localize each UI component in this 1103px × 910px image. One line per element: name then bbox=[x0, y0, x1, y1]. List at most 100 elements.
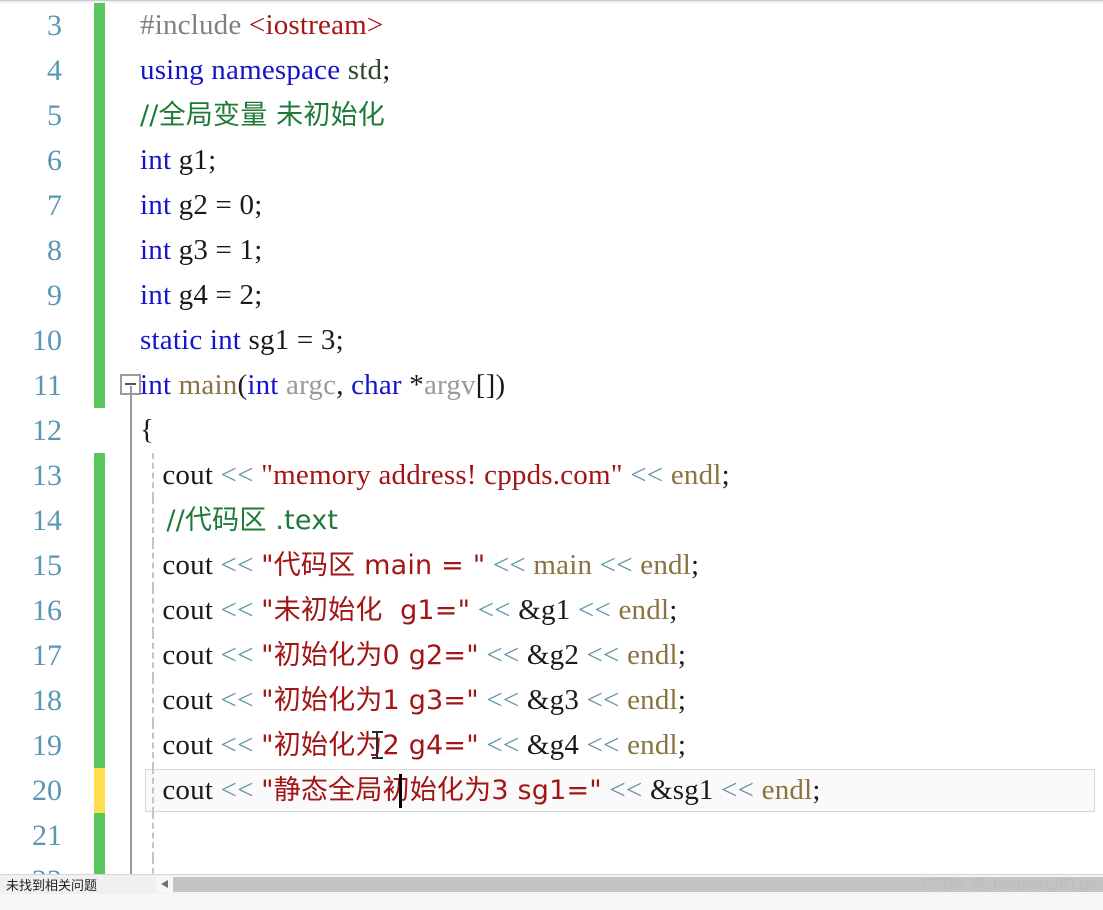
code-line-text[interactable]: cout << "初始化为0 g2=" << &g2 << endl; bbox=[140, 633, 686, 678]
code-token: << bbox=[220, 729, 254, 761]
outlining-line bbox=[130, 768, 132, 813]
change-indicator-bar bbox=[94, 768, 105, 813]
code-token: ( bbox=[237, 369, 248, 401]
code-line-text[interactable]: cout << "代码区 main = " << main << endl; bbox=[140, 543, 699, 588]
code-token: , bbox=[336, 369, 352, 401]
code-token: "初始化为1 g3=" bbox=[261, 685, 479, 716]
code-token: g1; bbox=[171, 144, 217, 176]
code-line[interactable]: 12 { bbox=[0, 408, 1103, 453]
code-line-text[interactable]: int g2 = 0; bbox=[140, 183, 262, 228]
indent-guide bbox=[152, 858, 154, 875]
code-line-text[interactable]: int main(int argc, char *argv[]) bbox=[140, 363, 505, 408]
code-line[interactable]: 14 //代码区 .text bbox=[0, 498, 1103, 543]
code-token: << bbox=[220, 549, 254, 581]
code-line[interactable]: 21 bbox=[0, 813, 1103, 858]
horizontal-scrollbar-track[interactable] bbox=[173, 877, 1103, 892]
line-number: 19 bbox=[32, 729, 62, 762]
text-caret bbox=[399, 774, 402, 808]
horizontal-scrollbar-thumb[interactable] bbox=[173, 877, 1103, 892]
code-line[interactable]: 19 cout << "初始化为2 g4=" << &g4 << endl; bbox=[0, 723, 1103, 768]
code-editor-screenshot: 3 #include <iostream> 4 using namespace std… bbox=[0, 0, 1103, 910]
code-token: << bbox=[609, 774, 643, 806]
code-line-text[interactable]: int g4 = 2; bbox=[140, 273, 262, 318]
outlining-line bbox=[130, 498, 132, 543]
code-token: ; bbox=[812, 774, 821, 806]
code-line-text[interactable]: int g1; bbox=[140, 138, 216, 183]
code-line-text[interactable]: int g3 = 1; bbox=[140, 228, 262, 273]
change-indicator-bar bbox=[94, 138, 105, 183]
line-number: 12 bbox=[32, 414, 62, 447]
code-token: int bbox=[140, 369, 172, 401]
line-number: 17 bbox=[32, 639, 62, 672]
code-token: { bbox=[140, 414, 155, 446]
outlining-column[interactable] bbox=[118, 858, 144, 875]
line-number: 18 bbox=[32, 684, 62, 717]
code-line[interactable]: 16 cout << "未初始化 g1=" << &g1 << endl; bbox=[0, 588, 1103, 633]
line-number: 8 bbox=[47, 234, 62, 267]
code-line[interactable]: 11 int main(int argc, char *argv[]) bbox=[0, 363, 1103, 408]
code-line[interactable]: 17 cout << "初始化为0 g2=" << &g2 << endl; bbox=[0, 633, 1103, 678]
change-indicator-bar bbox=[94, 813, 105, 858]
code-line[interactable]: 13 cout << "memory address! cppds.com" <… bbox=[0, 453, 1103, 498]
code-line-text[interactable]: using namespace std; bbox=[140, 48, 390, 93]
code-line-text[interactable]: //代码区 .text bbox=[140, 498, 338, 543]
code-token: endl bbox=[627, 639, 678, 671]
code-line[interactable]: 15 cout << "代码区 main = " << main << endl… bbox=[0, 543, 1103, 588]
code-token: <iostream> bbox=[248, 9, 384, 41]
code-token: cout bbox=[140, 459, 221, 491]
code-token: cout bbox=[140, 549, 221, 581]
code-line-text[interactable]: #include <iostream> bbox=[140, 3, 384, 48]
code-line[interactable]: 9 int g4 = 2; bbox=[0, 273, 1103, 318]
code-line-text[interactable]: cout << "memory address! cppds.com" << e… bbox=[140, 453, 730, 498]
line-number: 3 bbox=[47, 9, 62, 42]
code-token: g3 = 1; bbox=[171, 234, 263, 266]
code-line-text[interactable]: cout << "初始化为1 g3=" << &g3 << endl; bbox=[140, 678, 686, 723]
code-line-text[interactable]: cout << "未初始化 g1=" << &g1 << endl; bbox=[140, 588, 677, 633]
change-indicator-bar bbox=[94, 633, 105, 678]
code-line[interactable]: 22 bbox=[0, 858, 1103, 875]
code-line[interactable]: 3 #include <iostream> bbox=[0, 3, 1103, 48]
code-line-text[interactable]: cout << "初始化为2 g4=" << &g4 << endl; bbox=[140, 723, 686, 768]
status-message: 未找到相关问题 bbox=[6, 879, 98, 894]
code-line[interactable]: 20 cout << "静态全局初始化为3 sg1=" << &sg1 << e… bbox=[0, 768, 1103, 813]
code-token: << bbox=[486, 684, 520, 716]
outlining-column[interactable] bbox=[118, 813, 144, 858]
change-indicator-bar bbox=[94, 3, 105, 48]
code-line[interactable]: 10 static int sg1 = 3; bbox=[0, 318, 1103, 363]
code-line[interactable]: 6 int g1; bbox=[0, 138, 1103, 183]
code-line-text[interactable]: static int sg1 = 3; bbox=[140, 318, 344, 363]
code-token: endl bbox=[640, 549, 691, 581]
code-line[interactable]: 5 //全局变量 未初始化 bbox=[0, 93, 1103, 138]
code-token: << bbox=[220, 594, 254, 626]
code-token: cout bbox=[140, 684, 221, 716]
code-line-text[interactable]: { bbox=[140, 408, 154, 453]
code-line[interactable]: 7 int g2 = 0; bbox=[0, 183, 1103, 228]
code-token: "初始化为2 g4=" bbox=[261, 730, 479, 761]
code-line[interactable]: 4 using namespace std; bbox=[0, 48, 1103, 93]
triangle-left-icon[interactable] bbox=[156, 876, 173, 893]
outlining-line bbox=[130, 386, 132, 408]
change-indicator-bar bbox=[94, 588, 105, 633]
code-line[interactable]: 8 int g3 = 1; bbox=[0, 228, 1103, 273]
code-token: ; bbox=[677, 684, 687, 716]
code-line-text[interactable]: //全局变量 未初始化 bbox=[140, 93, 385, 138]
status-bar: 未找到相关问题 bbox=[0, 874, 1103, 894]
code-editor-viewport[interactable]: 3 #include <iostream> 4 using namespace std… bbox=[0, 3, 1103, 875]
code-line-text[interactable]: cout << "静态全局初始化为3 sg1=" << &sg1 << endl… bbox=[140, 768, 821, 813]
code-token: "初始化为0 g2=" bbox=[261, 640, 479, 671]
horizontal-scrollbar[interactable] bbox=[156, 876, 1103, 893]
line-number: 13 bbox=[32, 459, 62, 492]
code-line[interactable]: 18 cout << "初始化为1 g3=" << &g3 << endl; bbox=[0, 678, 1103, 723]
code-lines-container[interactable]: 3 #include <iostream> 4 using namespace std… bbox=[0, 3, 1103, 875]
